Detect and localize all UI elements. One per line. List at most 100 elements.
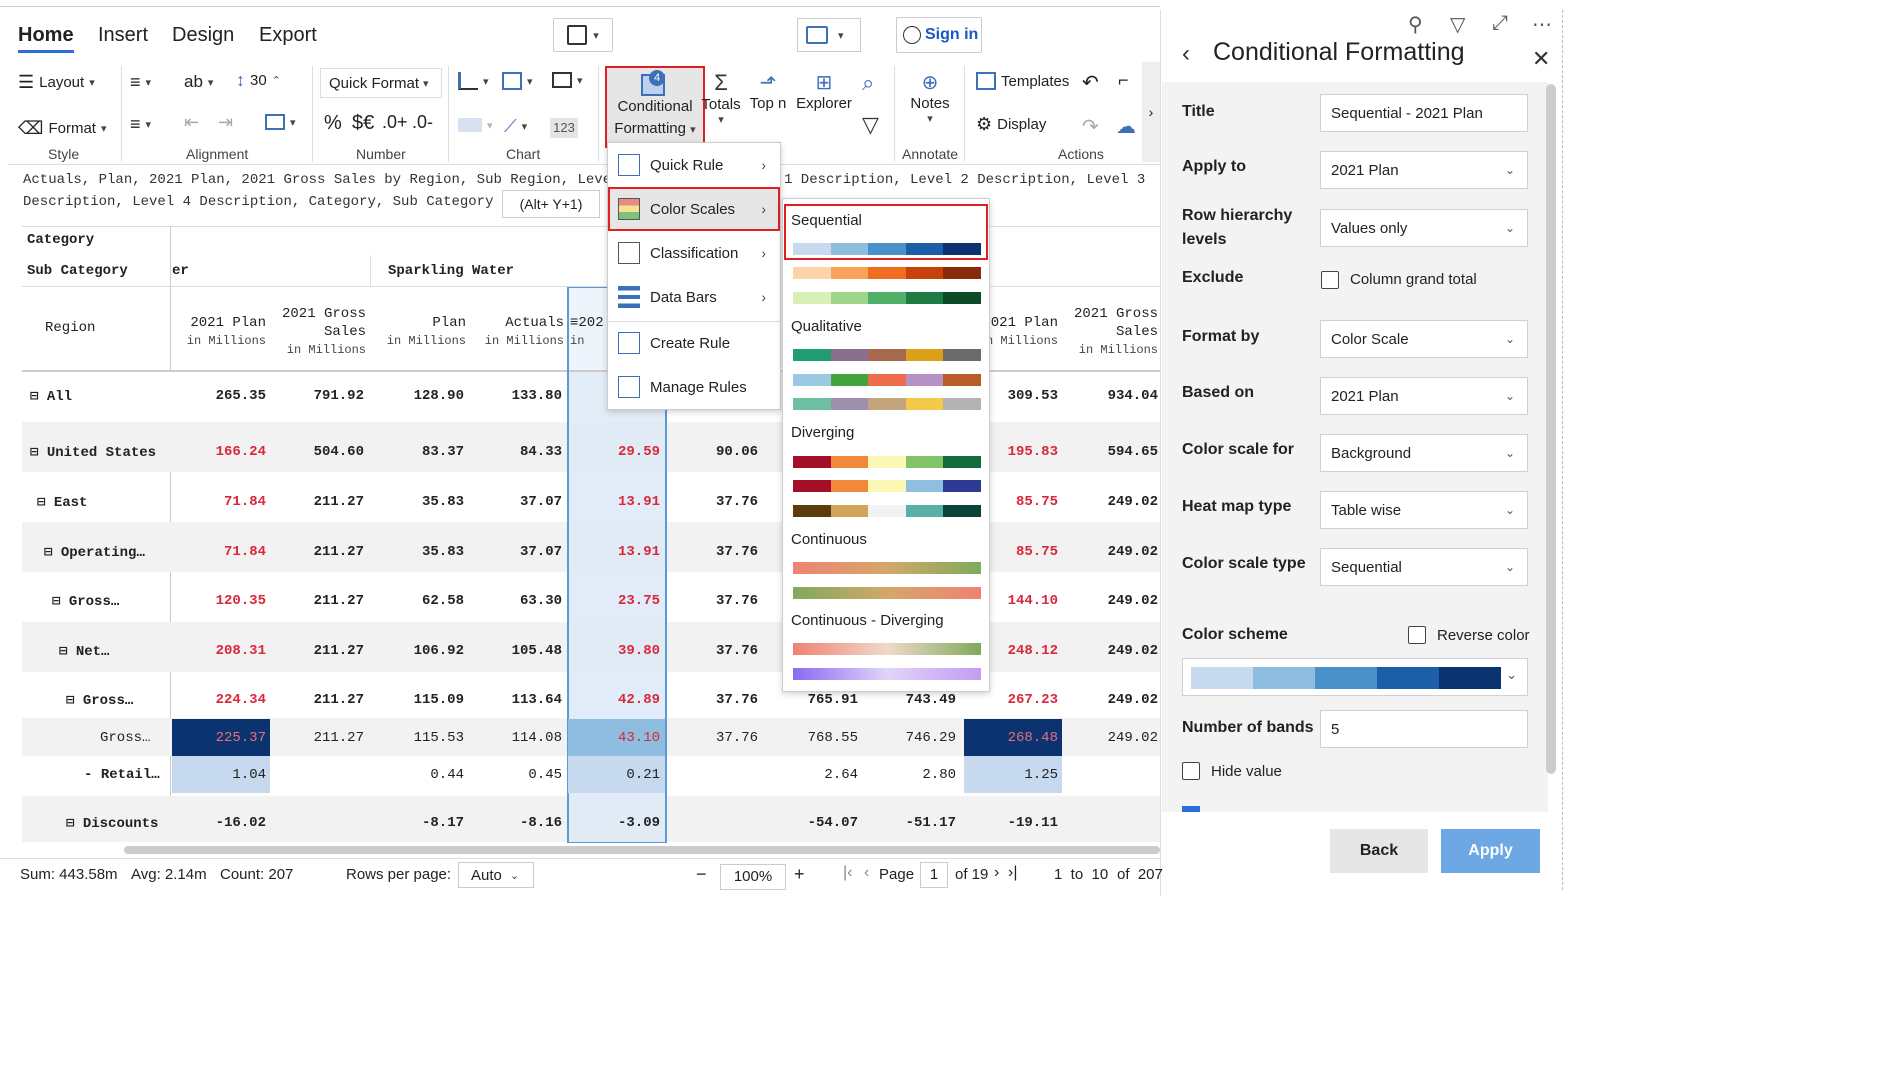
based-on-dropdown[interactable]: 2021 Plan ⌄ [1320, 377, 1528, 415]
col-header-selected[interactable]: ≡202 in [570, 314, 610, 350]
next-page-icon[interactable]: › [994, 864, 999, 882]
hide-value-checkbox[interactable] [1182, 762, 1200, 780]
notes-button[interactable]: ⊕ Notes ▾ [904, 70, 956, 125]
row-label[interactable]: ⊟ Net… [59, 643, 109, 660]
prev-page-icon[interactable]: ‹ [864, 864, 869, 882]
collapse-icon[interactable]: ⊟ [52, 594, 60, 610]
increase-decimal-button[interactable]: .0+ [382, 112, 408, 133]
row-label[interactable]: ⊟ All [30, 388, 72, 405]
close-icon[interactable]: ✕ [1532, 46, 1550, 72]
zoom-out-button[interactable]: − [696, 864, 707, 885]
collapse-icon[interactable]: ⊟ [66, 693, 74, 709]
upload-icon[interactable]: ☁ [1116, 114, 1136, 139]
color-scale-swatch[interactable] [793, 267, 981, 279]
layout-dropdown[interactable]: ☰ Layout ▾ [18, 72, 95, 93]
bar-chart-dropdown[interactable]: ▾ [458, 72, 489, 90]
col-header-2021-gross-sales-2[interactable]: 2021 Gross Sales in Millions [1062, 305, 1158, 359]
continuous-swatch-1[interactable] [793, 562, 981, 574]
rows-per-page-dropdown[interactable]: Auto ⌄ [458, 862, 534, 888]
pin-icon[interactable]: ⚲ [1408, 12, 1423, 37]
row-label[interactable]: ⊟ East [37, 494, 87, 511]
row-label[interactable]: ⊟ Gross… [66, 692, 133, 709]
templates-button[interactable]: Templates [976, 72, 1069, 90]
sparkbar-dropdown[interactable]: ▾ [458, 118, 493, 132]
color-scale-swatch[interactable] [793, 374, 981, 386]
format-dropdown[interactable]: ⌫ Format ▾ [18, 118, 107, 139]
zoom-input[interactable]: 100% [720, 864, 786, 890]
display-button[interactable]: ⚙ Display [976, 114, 1046, 135]
column-chart-dropdown[interactable]: ▾ [502, 72, 533, 90]
partial-checkbox[interactable] [1182, 806, 1200, 812]
reverse-color-checkbox[interactable] [1408, 626, 1426, 644]
row-label[interactable]: ⊟ Discounts [66, 815, 158, 832]
col-header-2021-plan[interactable]: 2021 Plan in Millions [172, 314, 266, 350]
menu-item-classification[interactable]: Classification › [608, 231, 780, 275]
color-scale-swatch[interactable] [793, 243, 981, 255]
collapse-icon[interactable]: ⊟ [66, 816, 74, 832]
align-dropdown[interactable]: ≡ ▾ [130, 72, 151, 93]
tab-home[interactable]: Home [18, 24, 74, 47]
valign-dropdown[interactable]: ≡ ▾ [130, 114, 151, 135]
number-icon[interactable]: 123 [550, 118, 578, 138]
menu-item-create-rule[interactable]: Create Rule [608, 321, 780, 365]
outdent-button[interactable]: ⇤ [184, 112, 199, 133]
title-input[interactable]: Sequential - 2021 Plan [1320, 94, 1528, 132]
horizontal-scrollbar[interactable] [124, 846, 1160, 854]
row-hierarchy-dropdown[interactable]: Values only ⌄ [1320, 209, 1528, 247]
quick-format-dropdown[interactable]: Quick Format ▾ [320, 68, 442, 98]
color-scale-type-dropdown[interactable]: Sequential ⌄ [1320, 548, 1528, 586]
collapse-icon[interactable]: ⊟ [37, 495, 45, 511]
collapse-icon[interactable]: ⊟ [44, 545, 52, 561]
totals-button[interactable]: Σ Totals ▾ [700, 70, 742, 126]
tab-insert[interactable]: Insert [98, 24, 148, 47]
apply-to-dropdown[interactable]: 2021 Plan ⌄ [1320, 151, 1528, 189]
sign-in-button[interactable]: Sign in [896, 17, 982, 53]
top-n-button[interactable]: ⬏ Top n [748, 70, 788, 112]
comment-button[interactable]: ▾ [797, 18, 861, 52]
tab-export[interactable]: Export [259, 24, 317, 47]
color-scale-swatch[interactable] [793, 292, 981, 304]
menu-item-quick-rule[interactable]: Quick Rule › [608, 143, 780, 187]
last-page-icon[interactable]: ›| [1008, 864, 1017, 882]
decrease-decimal-button[interactable]: .0- [412, 112, 433, 133]
tab-design[interactable]: Design [172, 24, 234, 47]
color-scale-for-dropdown[interactable]: Background ⌄ [1320, 434, 1528, 472]
color-scale-swatch[interactable] [793, 505, 981, 517]
collapse-icon[interactable]: ⊟ [30, 445, 38, 461]
menu-item-color-scales[interactable]: Color Scales › [608, 187, 780, 231]
more-options-icon[interactable]: ⋯ [1532, 12, 1552, 37]
page-input[interactable]: 1 [920, 862, 948, 888]
col-header-actuals[interactable]: Actuals in Millions [468, 314, 564, 350]
filter-icon[interactable]: ▽ [1450, 12, 1465, 37]
edit-mode-button[interactable]: ▾ [553, 18, 613, 52]
search-icon[interactable]: ⌕ [862, 70, 874, 96]
color-scale-swatch[interactable] [793, 480, 981, 492]
redo-icon[interactable]: ↷ [1082, 114, 1099, 139]
continuous-diverging-swatch-2[interactable] [793, 668, 981, 680]
ribbon-scroll-right[interactable]: › [1142, 62, 1160, 162]
format-by-dropdown[interactable]: Color Scale ⌄ [1320, 320, 1528, 358]
collapse-icon[interactable]: ⊟ [59, 644, 67, 660]
row-height-stepper[interactable]: ↕ 30 ⌃ [236, 70, 281, 91]
first-page-icon[interactable]: |‹ [843, 864, 852, 882]
heat-map-type-dropdown[interactable]: Table wise ⌄ [1320, 491, 1528, 529]
percent-button[interactable]: % [324, 112, 342, 135]
back-arrow-icon[interactable]: ‹ [1182, 40, 1190, 68]
color-scale-swatch[interactable] [793, 456, 981, 468]
explorer-button[interactable]: ⊞ Explorer [794, 70, 854, 112]
color-scheme-dropdown[interactable]: ⌄ [1182, 658, 1528, 696]
currency-button[interactable]: $€ [352, 112, 374, 135]
row-label[interactable]: ⊟ Gross… [52, 593, 119, 610]
expand-icon[interactable]: ⤢ [1492, 12, 1508, 35]
back-button[interactable]: Back [1330, 829, 1428, 873]
row-label[interactable]: ⊟ Operating… [44, 544, 145, 561]
column-grand-total-checkbox[interactable] [1321, 271, 1339, 289]
menu-item-manage-rules[interactable]: Manage Rules [608, 365, 780, 409]
conditional-formatting-button[interactable]: 4 Conditional Formatting ▾ [605, 66, 705, 148]
color-scale-swatch[interactable] [793, 349, 981, 361]
table-chart-dropdown[interactable]: ▾ [552, 72, 583, 88]
number-of-bands-input[interactable]: 5 [1320, 710, 1528, 748]
zoom-in-button[interactable]: + [794, 864, 805, 885]
color-scale-swatch[interactable] [793, 398, 981, 410]
indent-button[interactable]: ⇥ [218, 112, 233, 133]
